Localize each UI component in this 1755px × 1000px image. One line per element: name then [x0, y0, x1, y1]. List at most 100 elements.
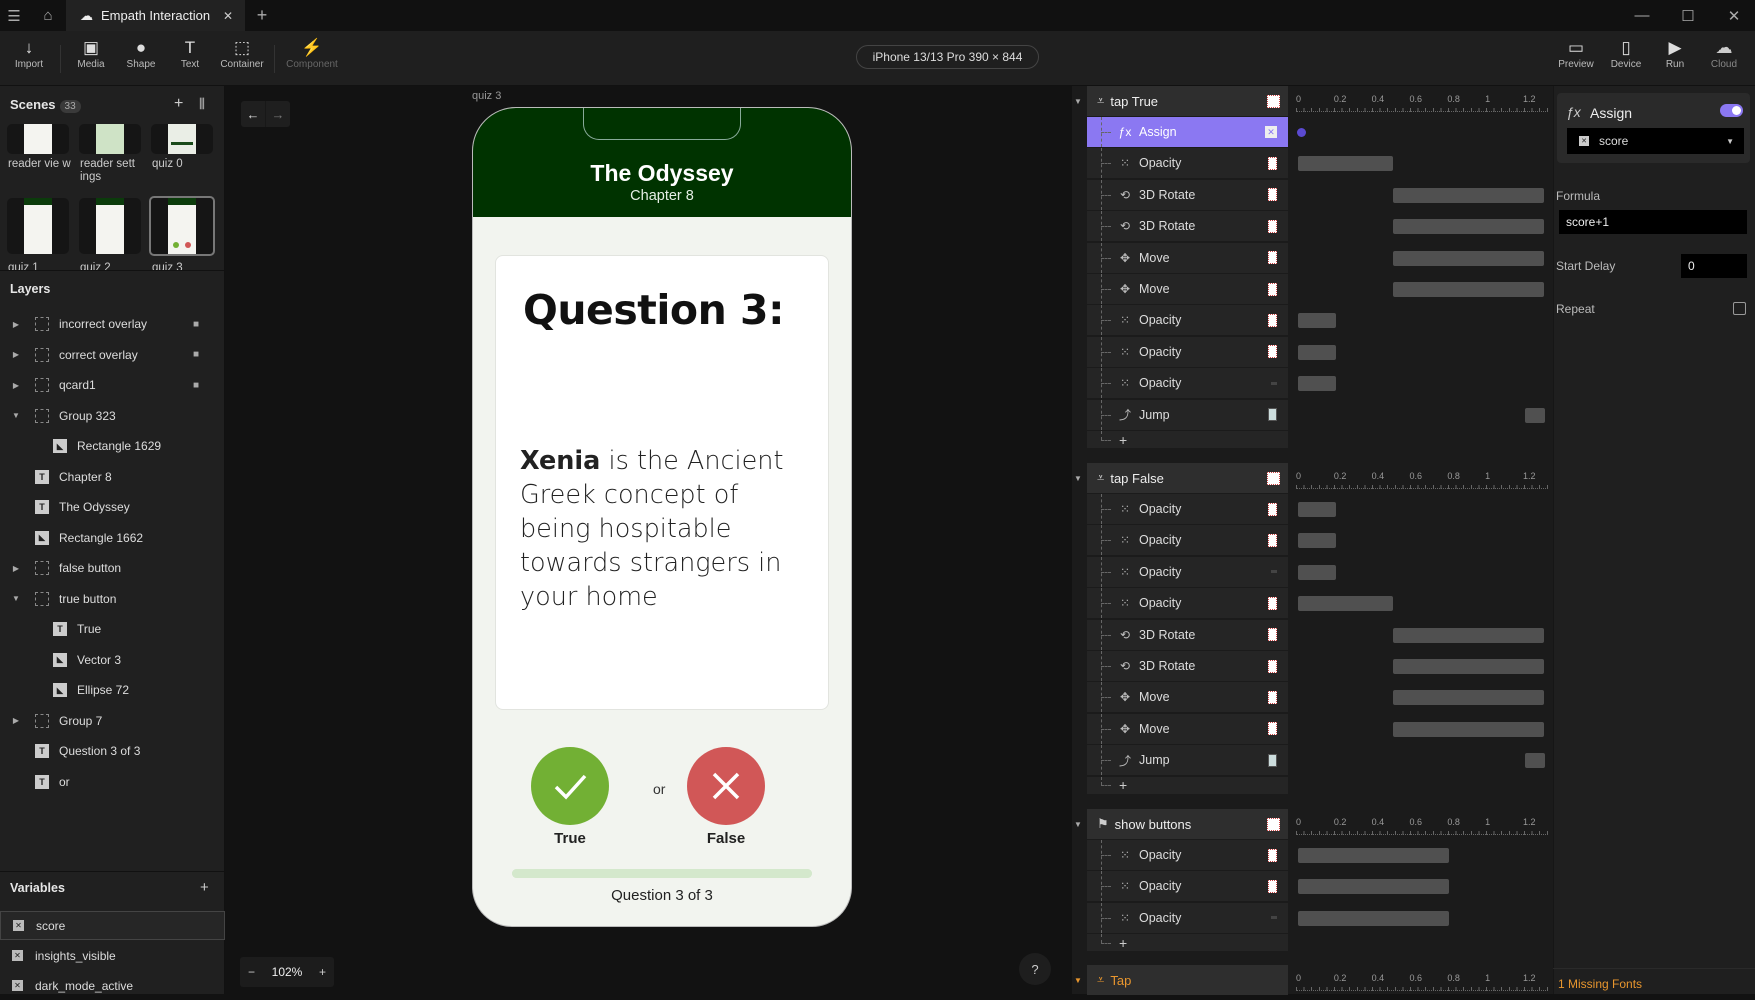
cloud-button[interactable]: ☁ Cloud	[1696, 37, 1752, 70]
target-layer-icon[interactable]	[1271, 916, 1277, 920]
target-layer-icon[interactable]	[1267, 471, 1280, 485]
target-layer-icon[interactable]	[1268, 690, 1277, 704]
add-variable-button[interactable]: +	[200, 879, 209, 896]
timeline-duration-bar[interactable]	[1298, 848, 1450, 863]
caret-down-icon[interactable]: ▼	[1074, 976, 1082, 985]
timeline-duration-bar[interactable]	[1392, 250, 1544, 266]
caret-down-icon[interactable]: ▼	[1074, 474, 1082, 483]
response-item[interactable]: ✥ Move	[1087, 713, 1288, 745]
layer-item[interactable]: ▶ incorrect overlay ■	[0, 309, 225, 339]
response-item[interactable]: ƒx Assign ✕	[1087, 117, 1288, 148]
trigger-header[interactable]: ⩡ tap False	[1087, 463, 1288, 493]
scene-thumb-quiz-2[interactable]	[79, 198, 141, 254]
help-button[interactable]: ?	[1019, 953, 1051, 985]
close-window-button[interactable]: ✕	[1722, 0, 1746, 31]
maximize-button[interactable]: ☐	[1676, 0, 1700, 31]
target-layer-icon[interactable]	[1267, 94, 1280, 108]
timeline-duration-bar[interactable]	[1298, 313, 1336, 329]
device-button[interactable]: ▯ Device	[1598, 37, 1654, 70]
new-tab-button[interactable]: +	[252, 0, 272, 31]
target-layer-icon[interactable]	[1268, 219, 1277, 233]
formula-input[interactable]: score+1	[1559, 210, 1747, 234]
run-button[interactable]: ▶ Run	[1647, 37, 1703, 70]
phone-frame[interactable]: The Odyssey Chapter 8 Question 3: Xenia …	[472, 107, 852, 927]
target-layer-icon[interactable]	[1267, 817, 1280, 831]
target-layer-icon[interactable]: ✕	[1265, 126, 1277, 138]
response-item[interactable]: ⁙ Opacity	[1087, 902, 1288, 934]
add-response-button[interactable]: +	[1087, 431, 1288, 449]
scene-view-toggle-icon[interactable]: ⫼	[199, 96, 205, 112]
timeline-duration-bar[interactable]	[1298, 879, 1450, 895]
scene-target-icon[interactable]	[1268, 753, 1277, 767]
timeline-duration-bar[interactable]	[1298, 596, 1393, 612]
timeline-duration-bar[interactable]	[1298, 564, 1336, 580]
response-item[interactable]: ⁙ Opacity	[1087, 556, 1288, 588]
scene-thumb-quiz-1[interactable]	[7, 198, 69, 254]
response-item[interactable]: ⤴ Jump	[1087, 399, 1288, 431]
missing-fonts-warning[interactable]: 1 Missing Fonts	[1558, 977, 1642, 991]
timeline-duration-bar[interactable]	[1298, 502, 1336, 517]
layer-item[interactable]: T Chapter 8	[0, 462, 225, 492]
timeline-duration-bar[interactable]	[1392, 659, 1544, 674]
target-layer-icon[interactable]	[1268, 628, 1277, 642]
response-item[interactable]: ⤴ Jump	[1087, 745, 1288, 777]
caret-right-icon[interactable]: ▶	[9, 381, 23, 390]
target-layer-icon[interactable]	[1268, 251, 1277, 265]
back-arrow-icon[interactable]: ←	[241, 101, 265, 127]
timeline-duration-bar[interactable]	[1298, 344, 1336, 360]
target-layer-icon[interactable]	[1268, 596, 1277, 610]
response-enabled-toggle[interactable]	[1720, 104, 1743, 117]
timeline-duration-bar[interactable]	[1298, 910, 1450, 926]
timeline-duration-bar[interactable]	[1392, 721, 1544, 737]
target-layer-icon[interactable]	[1268, 879, 1277, 893]
timeline-duration-bar[interactable]	[1298, 156, 1393, 172]
target-layer-icon[interactable]	[1268, 722, 1277, 736]
caret-right-icon[interactable]: ▶	[9, 320, 23, 329]
target-layer-icon[interactable]	[1268, 156, 1277, 170]
text-tool[interactable]: T Text	[162, 37, 218, 70]
response-item[interactable]: ✥ Move	[1087, 274, 1288, 305]
layer-item[interactable]: ▼ true button	[0, 584, 225, 614]
timeline-duration-bar[interactable]	[1392, 219, 1544, 235]
true-button[interactable]	[531, 747, 609, 825]
layer-item[interactable]: ◣ Vector 3	[0, 645, 225, 675]
target-layer-icon[interactable]	[1268, 313, 1277, 327]
container-tool[interactable]: ⬚ Container	[214, 37, 270, 70]
zoom-out-button[interactable]: −	[248, 965, 255, 979]
target-layer-icon[interactable]	[1268, 345, 1277, 359]
variable-item[interactable]: ✕ score	[0, 911, 225, 940]
forward-arrow-icon[interactable]: →	[265, 101, 290, 127]
layer-item[interactable]: T True	[0, 614, 225, 644]
lock-icon[interactable]: ■	[193, 349, 199, 360]
timeline-duration-bar[interactable]	[1392, 282, 1544, 297]
response-item[interactable]: ⟲ 3D Rotate	[1087, 619, 1288, 651]
response-item[interactable]: ⁙ Opacity	[1087, 148, 1288, 180]
variable-item[interactable]: ✕ dark_mode_active	[0, 971, 225, 1000]
trigger-header[interactable]: ⩡ tap True	[1087, 86, 1288, 116]
add-response-button[interactable]: +	[1087, 776, 1288, 795]
layer-item[interactable]: ◣ Rectangle 1629	[0, 431, 225, 461]
caret-right-icon[interactable]: ▶	[9, 564, 23, 573]
menu-icon[interactable]: ☰	[0, 0, 28, 31]
layer-item[interactable]: T The Odyssey	[0, 492, 225, 522]
layer-item[interactable]: ▶ false button	[0, 553, 225, 583]
trigger-header[interactable]: ⚑ show buttons	[1087, 809, 1288, 839]
scene-thumb-reader-view[interactable]	[7, 124, 69, 154]
response-item[interactable]: ⁙ Opacity	[1087, 494, 1288, 525]
caret-right-icon[interactable]: ▶	[9, 716, 23, 725]
zoom-in-button[interactable]: +	[319, 965, 326, 979]
document-tab[interactable]: ☁ Empath Interaction ✕	[66, 0, 245, 31]
timeline-duration-bar[interactable]	[1392, 187, 1544, 203]
variable-select[interactable]: ✕ score ▼	[1567, 128, 1744, 154]
layer-item[interactable]: ◣ Rectangle 1662	[0, 523, 225, 553]
import-tool[interactable]: ↓ Import	[1, 37, 57, 70]
device-selector[interactable]: iPhone 13/13 Pro 390 × 844	[856, 45, 1039, 69]
trigger-header[interactable]: ⩡ Tap	[1087, 965, 1288, 995]
scene-thumb-quiz-0[interactable]	[151, 124, 213, 154]
timeline-duration-bar[interactable]	[1525, 753, 1545, 769]
timeline-duration-bar[interactable]	[1298, 376, 1336, 392]
layer-item[interactable]: ▶ Group 7	[0, 706, 225, 736]
variable-item[interactable]: ✕ insights_visible	[0, 941, 225, 970]
home-icon[interactable]: ⌂	[36, 0, 60, 31]
target-layer-icon[interactable]	[1268, 848, 1277, 862]
